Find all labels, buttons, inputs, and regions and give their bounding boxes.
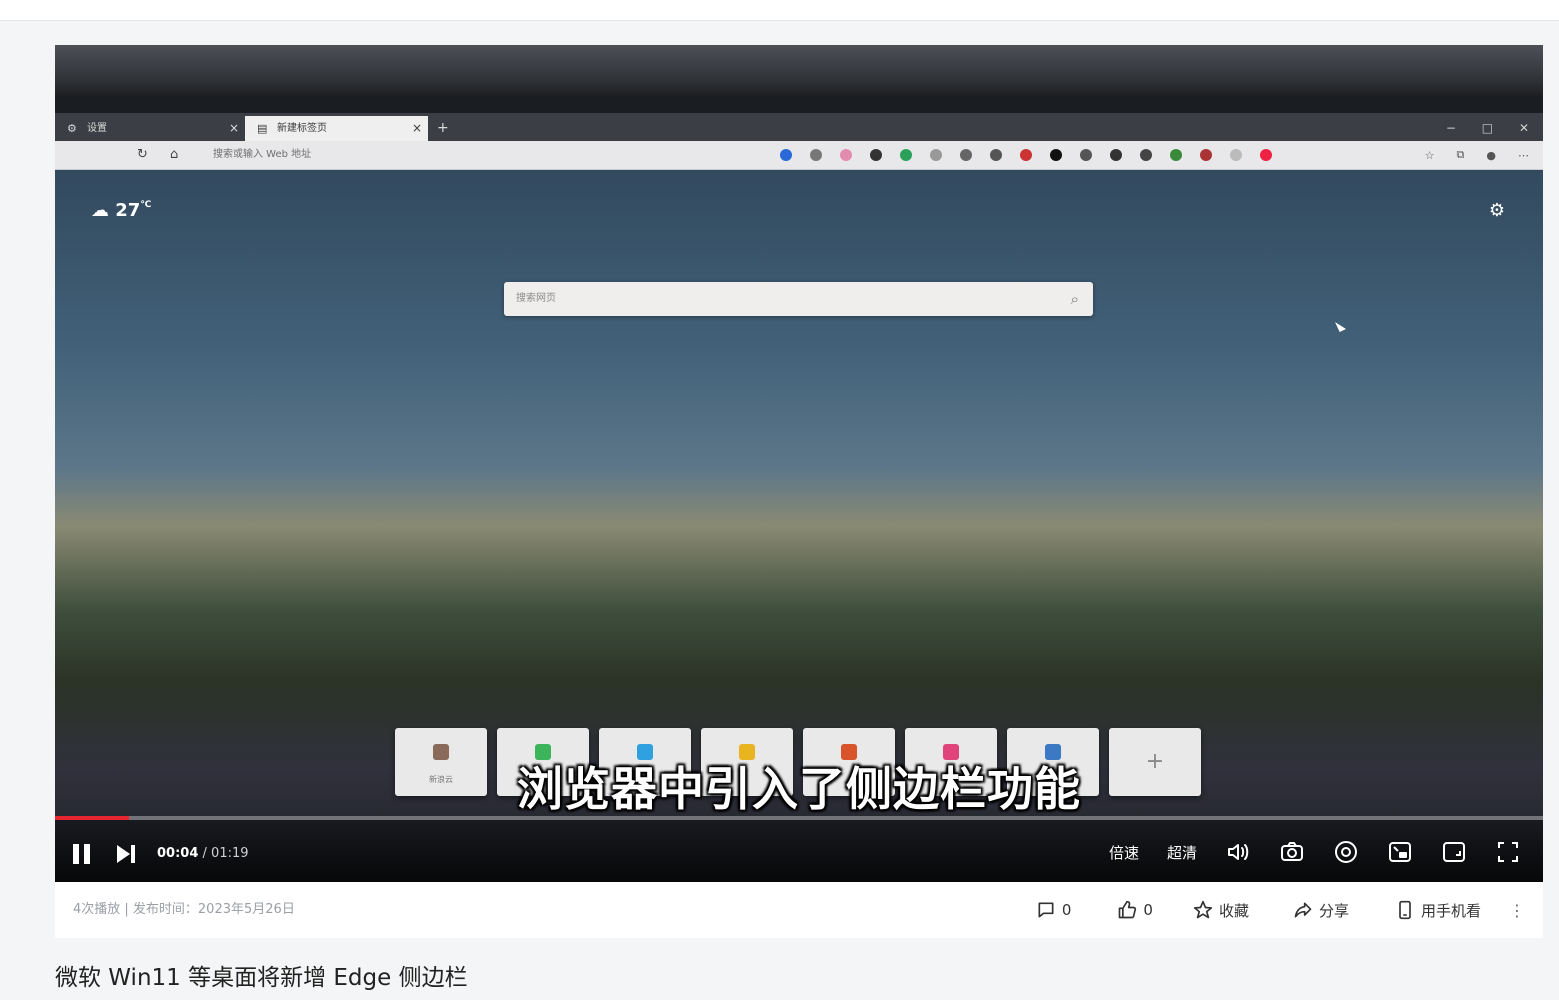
screenshot-icon[interactable]: [1279, 839, 1305, 865]
comment-icon: [1038, 902, 1054, 918]
video-meta: 4次播放 | 发布时间：2023年5月26日: [73, 902, 295, 917]
embedded-address-placeholder: 搜索或输入 Web 地址: [213, 149, 312, 160]
time-display: 00:04 / 01:19: [157, 846, 249, 861]
more-icon: ⋯: [1518, 148, 1529, 162]
time-separator: /: [198, 846, 212, 861]
extension-icon: [870, 149, 882, 161]
video-player[interactable]: ⚙ 设置 × ▤ 新建标签页 × + − □ ✕ ↻ ⌂ 搜索或输入 Web 地…: [55, 45, 1543, 882]
home-icon: ⌂: [170, 147, 179, 162]
player-controls-right: 倍速 超清: [1109, 839, 1521, 865]
search-icon: ⌕: [1070, 290, 1079, 308]
video-actions: 0 0 收藏 分享 用手机看 ⋮: [1036, 882, 1525, 938]
extension-icon: [840, 149, 852, 161]
extension-icon: [1260, 149, 1272, 161]
extension-icon: [900, 149, 912, 161]
extension-icon: [810, 149, 822, 161]
profile-icon: ●: [1486, 148, 1496, 162]
fullscreen-icon[interactable]: [1495, 839, 1521, 865]
embedded-tab-settings: ⚙ 设置 ×: [55, 116, 245, 141]
like-count: 0: [1143, 901, 1153, 919]
extension-icon: [990, 149, 1002, 161]
embedded-tab-label: 设置: [87, 123, 107, 134]
extension-icon: [1080, 149, 1092, 161]
extension-icon: [1230, 149, 1242, 161]
current-time: 00:04: [157, 846, 199, 861]
mouse-cursor-icon: [1335, 319, 1346, 332]
extension-icons: [780, 141, 1272, 169]
embedded-address-bar: ↻ ⌂ 搜索或输入 Web 地址 ☆ ⧉ ● ⋯: [55, 141, 1543, 170]
favorite-label: 收藏: [1218, 901, 1249, 920]
embedded-tab-newtab: ▤ 新建标签页 ×: [245, 116, 428, 141]
pause-button[interactable]: [71, 844, 93, 864]
video-frame[interactable]: ⚙ 设置 × ▤ 新建标签页 × + − □ ✕ ↻ ⌂ 搜索或输入 Web 地…: [55, 45, 1543, 882]
minimize-icon: −: [1445, 121, 1456, 135]
close-icon: ×: [228, 121, 239, 135]
window-controls: − □ ✕: [1424, 113, 1529, 144]
weather-temperature: 27: [115, 200, 141, 221]
pause-icon: [73, 844, 79, 864]
video-frame-top: [55, 45, 1543, 97]
embedded-search-box: 搜索网页 ⌕: [504, 282, 1093, 316]
comment-button[interactable]: 0: [1036, 900, 1072, 920]
weather-widget: ☁ 27℃: [91, 200, 151, 221]
pause-icon: [84, 844, 90, 864]
video-subtitle: 浏览器中引入了侧边栏功能: [517, 762, 1081, 816]
extension-icon: [1020, 149, 1032, 161]
star-icon: [1193, 900, 1213, 919]
extension-icon: [1110, 149, 1122, 161]
extension-icon: [1170, 149, 1182, 161]
volume-icon[interactable]: [1225, 839, 1251, 865]
extension-icon: [1200, 149, 1212, 161]
more-options-icon[interactable]: ⋮: [1509, 901, 1525, 920]
extension-icon: [960, 149, 972, 161]
tab-page-icon: ▤: [257, 122, 268, 135]
maximize-icon: □: [1481, 121, 1494, 135]
favorites-icon: ☆: [1424, 148, 1435, 162]
share-button[interactable]: 分享: [1293, 900, 1349, 921]
cloud-icon: ☁: [91, 200, 109, 221]
watch-on-phone-label: 用手机看: [1420, 901, 1481, 920]
web-fullscreen-icon[interactable]: [1441, 839, 1467, 865]
close-window-icon: ✕: [1518, 121, 1529, 135]
embedded-toolbar-right: ☆ ⧉ ● ⋯: [1425, 141, 1529, 169]
speed-button[interactable]: 倍速: [1109, 842, 1139, 863]
settings-icon[interactable]: [1333, 839, 1359, 865]
embedded-nav-buttons: ↻ ⌂: [137, 141, 196, 169]
favorite-button[interactable]: 收藏: [1193, 900, 1249, 921]
picture-in-picture-icon[interactable]: [1387, 839, 1413, 865]
weather-unit: ℃: [140, 200, 152, 210]
thumbs-up-icon: [1119, 900, 1137, 919]
new-tab-icon: +: [437, 120, 449, 136]
embedded-search-placeholder: 搜索网页: [516, 293, 556, 304]
player-controls: 00:04 / 01:19 倍速 超清: [55, 820, 1543, 882]
close-icon: ×: [411, 121, 422, 135]
duration: 01:19: [211, 846, 249, 861]
watch-on-phone-button[interactable]: 用手机看: [1395, 900, 1481, 921]
extension-icon: [930, 149, 942, 161]
gear-icon: ⚙: [67, 122, 77, 135]
star-icon: [780, 149, 792, 161]
like-button[interactable]: 0: [1117, 900, 1153, 920]
next-icon: [117, 845, 135, 863]
extension-icon: [1050, 149, 1062, 161]
share-icon: [1294, 902, 1312, 918]
comment-count: 0: [1061, 901, 1072, 919]
video-info-bar: 4次播放 | 发布时间：2023年5月26日 0 0 收藏 分享 用手机看 ⋮: [55, 882, 1543, 938]
embedded-browser-tabstrip: ⚙ 设置 × ▤ 新建标签页 × + − □ ✕: [55, 113, 1543, 141]
gear-icon: ⚙: [1488, 200, 1505, 221]
quality-button[interactable]: 超清: [1167, 842, 1197, 863]
refresh-icon: ↻: [137, 147, 148, 162]
page-title: 微软 Win11 等桌面将新增 Edge 侧边栏: [55, 965, 468, 991]
share-label: 分享: [1318, 901, 1349, 920]
next-button[interactable]: [115, 844, 137, 864]
phone-icon: [1399, 900, 1411, 920]
extension-icon: [1140, 149, 1152, 161]
embedded-tab-label: 新建标签页: [277, 123, 327, 134]
collections-icon: ⧉: [1456, 148, 1465, 161]
top-bar: [0, 0, 1559, 21]
